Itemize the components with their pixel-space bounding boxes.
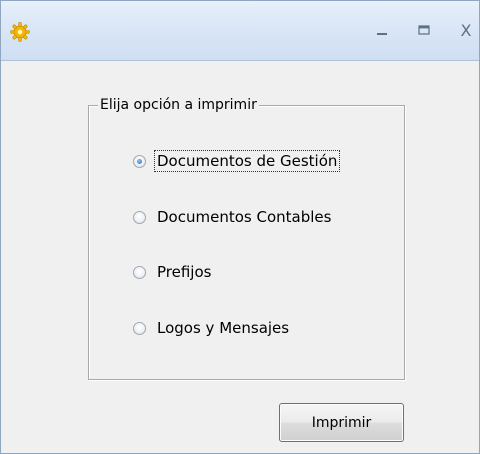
- print-options-window: X Elija opción a imprimir Documentos de …: [0, 0, 480, 454]
- print-button[interactable]: Imprimir: [279, 403, 404, 442]
- radio-documentos-contables[interactable]: Documentos Contables: [133, 205, 333, 229]
- radio-logos-mensajes[interactable]: Logos y Mensajes: [133, 316, 291, 340]
- radio-prefijos[interactable]: Prefijos: [133, 260, 213, 284]
- radio-button[interactable]: [133, 321, 146, 335]
- print-option-group: Elija opción a imprimir Documentos de Ge…: [88, 97, 405, 380]
- radio-label[interactable]: Logos y Mensajes: [155, 318, 291, 338]
- maximize-icon: [418, 24, 430, 36]
- radio-label[interactable]: Documentos Contables: [155, 207, 333, 227]
- close-icon: X: [460, 20, 472, 40]
- group-legend: Elija opción a imprimir: [98, 97, 259, 114]
- radio-button-checked[interactable]: [133, 154, 146, 168]
- radio-documentos-gestion[interactable]: Documentos de Gestión: [133, 149, 341, 173]
- radio-label[interactable]: Prefijos: [155, 262, 213, 282]
- minimize-button[interactable]: [365, 15, 399, 45]
- window-content: Elija opción a imprimir Documentos de Ge…: [1, 61, 479, 453]
- radio-label[interactable]: Documentos de Gestión: [153, 150, 341, 172]
- close-button[interactable]: X: [449, 15, 480, 45]
- radio-button[interactable]: [133, 210, 146, 224]
- maximize-button[interactable]: [407, 15, 441, 45]
- gear-icon[interactable]: [10, 22, 30, 42]
- radio-button[interactable]: [133, 265, 146, 279]
- title-bar[interactable]: X: [1, 1, 479, 61]
- minimize-icon: [376, 24, 388, 36]
